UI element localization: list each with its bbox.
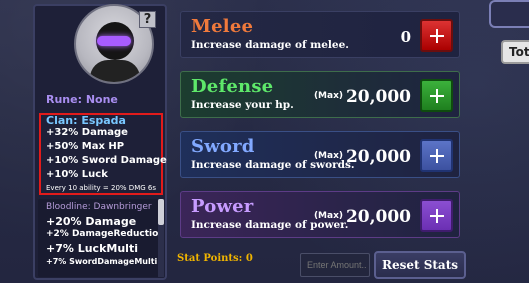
stat-max-sword: (Max) <box>313 151 343 161</box>
add-sword-button[interactable] <box>420 139 453 172</box>
edge-panel-fragment <box>489 0 529 28</box>
stat-value-defense: 20,000 <box>345 87 411 107</box>
plus-icon <box>429 208 444 223</box>
help-button[interactable]: ? <box>139 11 156 28</box>
bloodline-bonus-1: +20% Damage <box>46 215 137 228</box>
bloodline-bonus-4: +7% SwordDamageMulti <box>46 257 158 266</box>
amount-input[interactable] <box>300 253 370 277</box>
add-defense-button[interactable] <box>420 79 453 112</box>
add-power-button[interactable] <box>420 199 453 232</box>
stat-value-melee: 0 <box>400 28 411 46</box>
clan-bonus-4: +10% Luck <box>46 169 108 180</box>
stat-title-defense: Defense <box>191 76 274 97</box>
clan-bonus-1: +32% Damage <box>46 127 128 138</box>
stat-card-melee: Melee Increase damage of melee. 0 <box>180 11 460 58</box>
plus-icon <box>429 148 444 163</box>
bloodline-bonus-2: +2% DamageReduction <box>46 229 165 239</box>
add-melee-button[interactable] <box>420 19 453 52</box>
clan-title: Clan: Espada <box>46 114 126 127</box>
stat-value-sword: 20,000 <box>345 147 411 167</box>
stat-title-sword: Sword <box>191 136 255 157</box>
clan-bonus-3: +10% Sword Damage <box>46 155 167 166</box>
stat-value-power: 20,000 <box>345 207 411 227</box>
stat-title-power: Power <box>191 196 254 217</box>
stat-points: Stat Points: 0 <box>177 253 253 264</box>
plus-icon <box>429 88 444 103</box>
clan-note: Every 10 ability = 20% DMG 6s <box>46 184 156 192</box>
stat-card-sword: Sword Increase damage of swords. (Max) 2… <box>180 131 460 178</box>
avatar-visor <box>97 36 131 46</box>
clan-bonus-2: +50% Max HP <box>46 141 125 152</box>
stat-desc-melee: Increase damage of melee. <box>191 39 349 51</box>
tot-tab[interactable]: Tot <box>501 40 529 64</box>
stat-card-defense: Defense Increase your hp. (Max) 20,000 <box>180 71 460 118</box>
stat-desc-defense: Increase your hp. <box>191 99 294 111</box>
bloodline-bonus-3: +7% LuckMulti <box>46 242 138 255</box>
plus-icon <box>429 28 444 43</box>
avatar-body <box>90 60 140 82</box>
stat-max-defense: (Max) <box>313 91 343 101</box>
bloodline-scroll-thumb[interactable] <box>158 199 164 225</box>
bloodline-title: Bloodline: Dawnbringer <box>46 202 152 212</box>
rune-label: Rune: None <box>46 93 118 106</box>
stat-title-melee: Melee <box>191 16 254 37</box>
stat-max-power: (Max) <box>313 211 343 221</box>
reset-stats-button[interactable]: Reset Stats <box>374 251 466 279</box>
stat-card-power: Power Increase damage of power. (Max) 20… <box>180 191 460 238</box>
